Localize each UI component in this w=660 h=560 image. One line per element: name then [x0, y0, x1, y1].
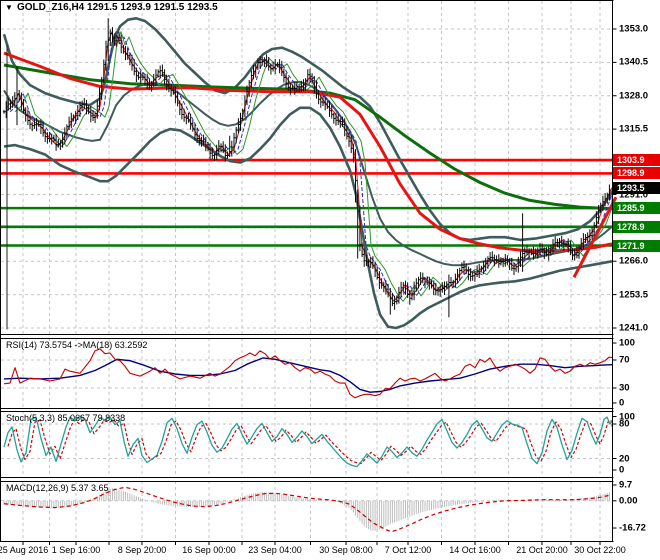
price-axis-label: 1353.0 — [619, 23, 649, 35]
time-axis-label: 30 Sep 08:00 — [319, 545, 373, 555]
price-axis-label: 1241.0 — [619, 322, 649, 334]
time-axis-label: 21 Oct 20:00 — [516, 545, 568, 555]
price-badge-1293.5: 1293.5 — [613, 181, 660, 194]
rsi-axis-label: 0 — [619, 397, 625, 409]
stoch-axis-label: 80 — [619, 418, 630, 430]
time-axis-label: 8 Sep 20:00 — [117, 545, 167, 555]
time-axis-label: 14 Oct 16:00 — [449, 545, 501, 555]
price-axis-label: 1266.0 — [619, 255, 649, 267]
time-axis-label: 25 Aug 2016 — [0, 545, 49, 555]
time-axis-label: 30 Oct 22:00 — [574, 545, 626, 555]
macd-axis-label: 9.7 — [619, 479, 633, 491]
ohlc-readout: 1291.5 1293.9 1291.5 1293.5 — [87, 2, 218, 13]
price-badge-1271.9: 1271.9 — [613, 239, 660, 252]
time-axis-label: 7 Oct 12:00 — [384, 545, 432, 555]
macd-indicator-label: MACD(12,26,9) 5.37 3.65 — [6, 483, 109, 493]
time-axis-label: 16 Sep 00:00 — [182, 545, 236, 555]
panel-splitter-macd[interactable] — [0, 477, 613, 481]
panel-splitter-stoch[interactable] — [0, 407, 613, 411]
price-badge-1303.9: 1303.9 — [613, 154, 660, 167]
price-axis-label: 1315.5 — [619, 123, 649, 135]
symbol-marker-icon: ▼ — [5, 3, 13, 12]
stoch-axis-label: 0 — [619, 464, 625, 476]
price-badge-1298.9: 1298.9 — [613, 167, 660, 180]
trading-chart-window: ▼ GOLD_Z16,H4 1291.5 1293.9 1291.5 1293.… — [0, 0, 660, 560]
time-axis-label: 1 Sep 16:00 — [51, 545, 101, 555]
time-axis-label: 23 Sep 04:00 — [248, 545, 302, 555]
price-badge-1278.9: 1278.9 — [613, 220, 660, 233]
macd-axis-label: 0.00 — [619, 495, 638, 507]
macd-axis-label: -16.72 — [619, 522, 646, 534]
price-axis-label: 1340.5 — [619, 56, 649, 68]
rsi-axis-label: 70 — [619, 354, 630, 366]
rsi-axis-label: 30 — [619, 382, 630, 394]
chart-title: GOLD_Z16,H4 1291.5 1293.9 1291.5 1293.5 — [17, 2, 218, 13]
rsi-axis-label: 100 — [619, 337, 635, 349]
panel-splitter-rsi[interactable] — [0, 334, 613, 338]
symbol-period-label: GOLD_Z16,H4 — [17, 2, 85, 13]
stoch-axis-label: 20 — [619, 453, 630, 464]
price-axis-label: 1328.0 — [619, 90, 649, 102]
chart-canvas[interactable] — [0, 0, 660, 560]
stoch-indicator-label: Stoch(5,3,3) 85.0667 79.8338 — [6, 413, 126, 423]
rsi-indicator-label: RSI(14) 73.5754 ->MA(18) 63.2592 — [6, 340, 148, 350]
price-badge-1285.9: 1285.9 — [613, 202, 660, 215]
price-axis-label: 1253.5 — [619, 289, 649, 301]
